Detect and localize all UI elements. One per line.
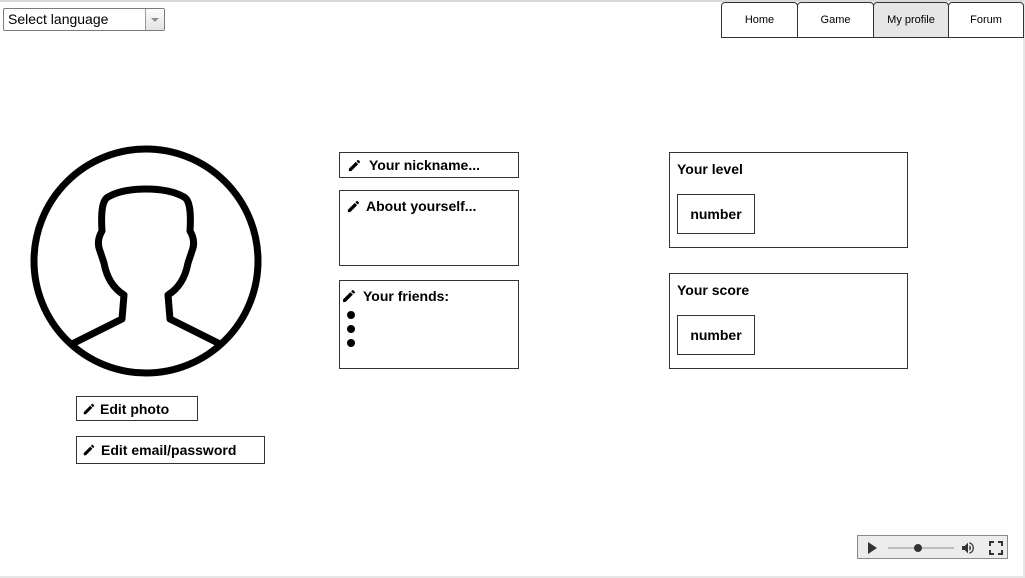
friend-list-item [347,325,355,333]
score-panel: Your score number [669,273,908,369]
friends-box: Your friends: [339,280,519,369]
pencil-icon [347,200,360,212]
level-panel: Your level number [669,152,908,248]
tab-forum[interactable]: Forum [948,2,1024,38]
score-label: Your score [677,282,750,298]
pencil-icon [83,444,95,456]
pencil-icon [83,403,95,414]
tab-forum-label: Forum [970,14,1002,26]
tab-home-label: Home [744,14,775,26]
friends-label: Your friends: [363,288,450,304]
user-silhouette-icon [30,145,262,377]
about-field[interactable]: About yourself... [339,190,519,266]
play-icon[interactable] [867,542,877,554]
nickname-placeholder: Your nickname... [369,157,480,173]
level-label: Your level [677,161,743,177]
volume-icon[interactable] [960,540,976,556]
progress-handle[interactable] [914,544,922,552]
language-select[interactable]: Select language [3,8,165,31]
media-player [857,535,1008,559]
tab-game[interactable]: Game [797,2,874,38]
tab-my-profile-label: My profile [887,14,935,26]
score-value: number [677,315,755,355]
edit-photo-label: Edit photo [100,400,170,417]
edit-email-password-button[interactable]: Edit email/password [76,436,265,464]
edit-email-password-label: Edit email/password [101,442,237,458]
pencil-icon [348,159,361,171]
edit-photo-button[interactable]: Edit photo [76,396,198,421]
language-select-value: Select language [8,11,109,27]
nickname-field[interactable]: Your nickname... [339,152,519,178]
pencil-icon[interactable] [341,288,357,304]
fullscreen-icon[interactable] [989,541,1003,555]
about-placeholder: About yourself... [366,198,477,214]
tab-my-profile[interactable]: My profile [873,2,949,38]
friend-list-item [347,311,355,319]
tab-home[interactable]: Home [721,2,798,38]
tab-game-label: Game [820,14,851,26]
friend-list-item [347,339,355,347]
level-value: number [677,194,755,234]
chevron-down-icon[interactable] [145,9,164,30]
